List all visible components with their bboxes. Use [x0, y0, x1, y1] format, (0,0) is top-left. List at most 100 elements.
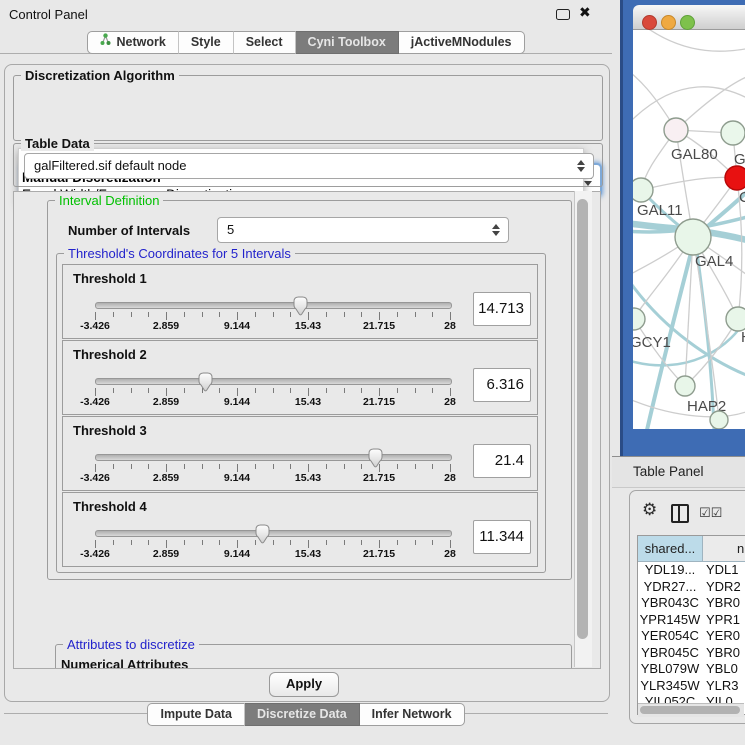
threshold-slider-thumb[interactable] [254, 523, 271, 545]
slider-tick-label: 15.43 [283, 472, 333, 484]
tab-network[interactable]: Network [87, 31, 178, 54]
threshold-slider-thumb[interactable] [197, 371, 214, 393]
table-row-shared-name[interactable]: YLR345W [638, 678, 702, 693]
table-row-shared-name[interactable]: YPR145W [638, 612, 702, 627]
slider-tick-mark [344, 388, 345, 393]
slider-tick-label: 21.715 [354, 396, 404, 408]
bottom-tab-discretize-data[interactable]: Discretize Data [245, 703, 360, 726]
table-row-name[interactable]: YER0 [706, 628, 740, 643]
table-row-name[interactable]: YLR3 [706, 678, 739, 693]
tab-cyni-toolbox[interactable]: Cyni Toolbox [296, 31, 399, 54]
slider-tick-label: 2.859 [141, 396, 191, 408]
table-horizontal-scrollbar[interactable] [638, 703, 744, 717]
threshold-slider-track[interactable] [95, 302, 452, 309]
table-row-shared-name[interactable]: YBR045C [638, 645, 702, 660]
slider-tick-mark [113, 388, 114, 393]
table-row-name[interactable]: YBL0 [706, 661, 738, 676]
threshold-value-field[interactable]: 14.713 [473, 292, 531, 326]
table-row-shared-name[interactable]: YBR043C [638, 595, 702, 610]
slider-tick-mark [397, 540, 398, 545]
table-row-shared-name[interactable]: YBL079W [638, 661, 702, 676]
slider-tick-label: 28 [425, 548, 475, 560]
network-node-gal80[interactable] [664, 118, 688, 142]
threshold-slider-thumb[interactable] [367, 447, 384, 469]
slider-tick-mark [166, 312, 167, 320]
slider-tick-label: 2.859 [141, 320, 191, 332]
threshold-slider-track[interactable] [95, 454, 452, 461]
network-window-titlebar[interactable] [633, 5, 745, 30]
number-of-intervals-label: Number of Intervals [68, 223, 190, 238]
bottom-tab-infer-network[interactable]: Infer Network [360, 703, 465, 726]
threshold-slider-thumb[interactable] [292, 295, 309, 317]
tab-jactivemnodules[interactable]: jActiveMNodules [399, 31, 525, 54]
table-panel-title: Table Panel [633, 464, 704, 479]
table-scrollbar-thumb[interactable] [640, 706, 740, 714]
slider-tick-mark [290, 388, 291, 393]
close-traffic-light[interactable] [642, 15, 657, 30]
table-row-name[interactable]: YDR2 [706, 579, 741, 594]
tab-style[interactable]: Style [179, 31, 234, 54]
slider-tick-label: 2.859 [141, 548, 191, 560]
table-data-combobox[interactable]: galFiltered.sif default node [24, 153, 594, 179]
slider-tick-mark [344, 312, 345, 317]
threshold-value-field[interactable]: 21.4 [473, 444, 531, 478]
slider-tick-label: 15.43 [283, 548, 333, 560]
slider-tick-mark [95, 540, 96, 548]
split-column-icon[interactable] [671, 504, 689, 523]
slider-tick-mark [344, 464, 345, 469]
float-window-icon[interactable] [556, 9, 570, 20]
threshold-label: Threshold 1 [73, 271, 147, 286]
settings-scrollbar-thumb[interactable] [577, 199, 588, 639]
threshold-label: Threshold 4 [73, 499, 147, 514]
tab-label: Select [246, 32, 283, 53]
threshold-slider-track[interactable] [95, 530, 452, 537]
table-row-shared-name[interactable]: YER054C [638, 628, 702, 643]
tab-select[interactable]: Select [234, 31, 296, 54]
slider-tick-label: 21.715 [354, 472, 404, 484]
table-row-shared-name[interactable]: YDL19... [638, 562, 702, 577]
table-row-shared-name[interactable]: YDR27... [638, 579, 702, 594]
threshold-value-field[interactable]: 6.316 [473, 368, 531, 402]
cyni-bottom-tabs: Impute DataDiscretize DataInfer Network [0, 703, 612, 726]
number-of-intervals-combobox[interactable]: 5 [217, 217, 509, 243]
gear-icon[interactable]: ⚙ [642, 500, 657, 520]
interval-definition-title: Interval Definition [55, 193, 163, 208]
slider-tick-mark [273, 388, 274, 393]
table-data-value: galFiltered.sif default node [34, 154, 186, 178]
network-node[interactable] [710, 411, 728, 429]
zoom-traffic-light[interactable] [680, 15, 695, 30]
slider-tick-label: 9.144 [212, 396, 262, 408]
column-header-shared[interactable]: shared... [638, 536, 703, 562]
apply-button[interactable]: Apply [269, 672, 339, 697]
network-node-c[interactable] [725, 166, 745, 190]
slider-tick-mark [273, 540, 274, 545]
network-canvas[interactable]: GAL80G.CGAL11GAL4GCY1HHAP2 [633, 30, 745, 429]
screen: { "control_panel": { "title": "Control P… [0, 0, 745, 745]
table-row-name[interactable]: YPR1 [706, 612, 740, 627]
network-node-hap2[interactable] [675, 376, 695, 396]
threshold-slider-track[interactable] [95, 378, 452, 385]
network-node-gal11[interactable] [633, 178, 653, 202]
table-row-name[interactable]: YDL1 [706, 562, 739, 577]
slider-tick-mark [450, 388, 451, 396]
minimize-traffic-light[interactable] [661, 15, 676, 30]
column-header-name[interactable]: n [703, 536, 745, 562]
table-row-name[interactable]: YBR0 [706, 645, 740, 660]
slider-tick-mark [326, 388, 327, 393]
slider-tick-mark [166, 540, 167, 548]
network-node-h[interactable] [726, 307, 745, 331]
slider-tick-label: -3.426 [70, 396, 120, 408]
checkbox-columns-icon[interactable]: ☑☑ [699, 505, 722, 521]
network-node-gal4[interactable] [675, 219, 711, 255]
slider-tick-mark [432, 388, 433, 393]
table-row-name[interactable]: YBR0 [706, 595, 740, 610]
network-node-g[interactable] [721, 121, 745, 145]
settings-vertical-scrollbar[interactable] [574, 191, 592, 667]
number-of-intervals-value: 5 [227, 218, 234, 242]
close-icon[interactable]: ✖ [579, 4, 591, 21]
bottom-tab-impute-data[interactable]: Impute Data [147, 703, 245, 726]
threshold-value-field[interactable]: 11.344 [473, 520, 531, 554]
thresholds-group-title: Threshold's Coordinates for 5 Intervals [64, 246, 295, 261]
slider-tick-mark [219, 540, 220, 545]
network-node-gcy1[interactable] [633, 308, 645, 330]
